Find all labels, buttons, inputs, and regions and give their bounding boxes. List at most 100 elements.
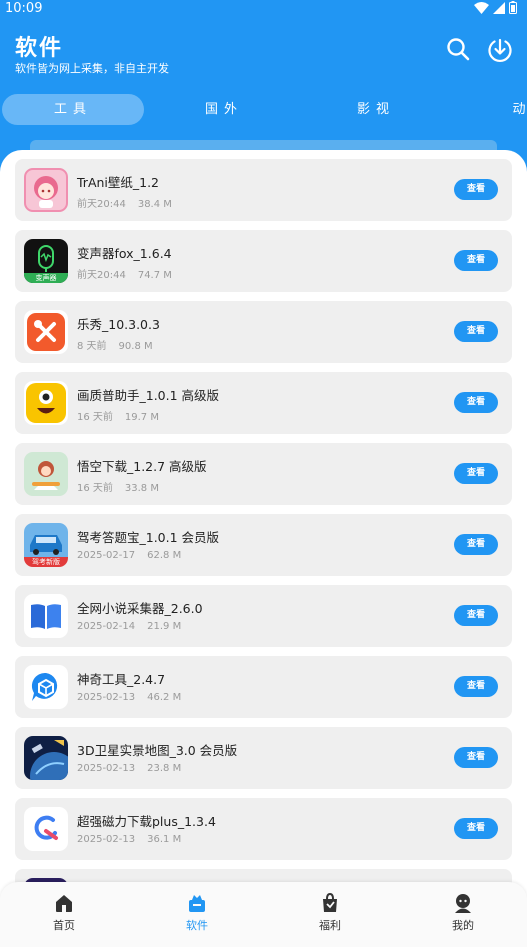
tab-anime[interactable]: 动: [502, 94, 527, 125]
app-size: 33.8 M: [124, 483, 159, 494]
book-icon: [24, 594, 68, 638]
car-icon: 驾考新版: [24, 523, 68, 567]
search-icon[interactable]: [445, 36, 473, 64]
satellite-earth-icon: [24, 736, 68, 780]
view-button[interactable]: 查看: [454, 676, 498, 697]
app-name: 神奇工具_2.4.7: [77, 672, 166, 687]
app-time: 8 天前: [77, 341, 107, 352]
app-time: 16 天前: [77, 483, 113, 494]
app-meta: 2025-02-14 21.9 M: [77, 621, 181, 632]
app-time: 2025-02-17: [77, 550, 136, 561]
nav-home[interactable]: 首页: [24, 892, 104, 933]
app-time: 2025-02-13: [77, 834, 136, 845]
monkey-king-icon: [24, 452, 68, 496]
nav-label: 软件: [186, 919, 208, 932]
bottom-nav: 首页 软件 福利 我的: [0, 882, 527, 947]
app-time: 前天20:44: [77, 270, 126, 281]
app-meta: 16 天前 19.7 M: [77, 408, 159, 423]
page-title: 软件: [15, 36, 64, 61]
app-time: 2025-02-13: [77, 763, 136, 774]
app-size: 62.8 M: [147, 550, 182, 561]
view-button[interactable]: 查看: [454, 818, 498, 839]
tab-video[interactable]: 影视: [336, 94, 416, 125]
list-item[interactable]: 悟空下载_1.2.7 高级版 16 天前 33.8 M 查看: [15, 443, 512, 505]
profile-icon: [455, 894, 471, 913]
app-time: 16 天前: [77, 412, 113, 423]
magnet-download-icon: [24, 807, 68, 851]
nav-label: 我的: [452, 919, 474, 932]
app-size: 74.7 M: [137, 270, 172, 281]
view-button[interactable]: 查看: [454, 179, 498, 200]
list-item[interactable]: 画质普助手_1.0.1 高级版 16 天前 19.7 M 查看: [15, 372, 512, 434]
car-icon-caption: 驾考新版: [32, 558, 60, 566]
app-size: 21.9 M: [147, 621, 182, 632]
app-size: 36.1 M: [147, 834, 182, 845]
app-name: 全网小说采集器_2.6.0: [77, 601, 203, 616]
nav-label: 福利: [319, 919, 341, 932]
app-size: 46.2 M: [147, 692, 182, 703]
app-time: 2025-02-14: [77, 621, 136, 632]
app-size: 38.4 M: [137, 199, 172, 210]
app-meta: 前天20:44 74.7 M: [77, 266, 172, 281]
app-meta: 前天20:44 38.4 M: [77, 195, 172, 210]
list-item[interactable]: 超强磁力下载plus_1.3.4 2025-02-13 36.1 M 查看: [15, 798, 512, 860]
app-meta: 2025-02-17 62.8 M: [77, 550, 181, 561]
app-name: 变声器fox_1.6.4: [77, 246, 172, 261]
nav-welfare[interactable]: 福利: [290, 892, 370, 933]
content-sheet: TrAni壁纸_1.2 前天20:44 38.4 M 查看 变声器 变声器fox_…: [0, 150, 527, 947]
app-name: TrAni壁纸_1.2: [77, 175, 160, 190]
anime-girl-icon: [24, 168, 68, 212]
status-time: 10:09: [5, 1, 43, 16]
list-item[interactable]: 驾考新版 驾考答题宝_1.0.1 会员版 2025-02-17 62.8 M 查看: [15, 514, 512, 576]
view-button[interactable]: 查看: [454, 321, 498, 342]
app-meta: 8 天前 90.8 M: [77, 337, 153, 352]
wifi-icon: [474, 1, 489, 14]
view-button[interactable]: 查看: [454, 747, 498, 768]
tab-tools[interactable]: 工具: [2, 94, 144, 125]
app-time: 前天20:44: [77, 199, 126, 210]
app-name: 超强磁力下载plus_1.3.4: [77, 814, 216, 829]
battery-icon: [509, 1, 517, 14]
category-tabs: 工具 国外 影视 动: [0, 94, 527, 126]
tools-icon: [24, 310, 68, 354]
cube-chat-icon: [24, 665, 68, 709]
view-button[interactable]: 查看: [454, 463, 498, 484]
nav-label: 首页: [53, 919, 75, 932]
status-icons: [474, 1, 517, 14]
list-item[interactable]: 乐秀_10.3.0.3 8 天前 90.8 M 查看: [15, 301, 512, 363]
view-button[interactable]: 查看: [454, 605, 498, 626]
app-name: 悟空下载_1.2.7 高级版: [77, 459, 207, 474]
app-name: 乐秀_10.3.0.3: [77, 317, 160, 332]
list-item[interactable]: 3D卫星实景地图_3.0 会员版 2025-02-13 23.8 M 查看: [15, 727, 512, 789]
list-item[interactable]: 全网小说采集器_2.6.0 2025-02-14 21.9 M 查看: [15, 585, 512, 647]
app-meta: 2025-02-13 23.8 M: [77, 763, 181, 774]
app-meta: 2025-02-13 36.1 M: [77, 834, 181, 845]
app-size: 90.8 M: [118, 341, 153, 352]
list-item[interactable]: 变声器 变声器fox_1.6.4 前天20:44 74.7 M 查看: [15, 230, 512, 292]
yellow-monster-icon: [24, 381, 68, 425]
app-name: 画质普助手_1.0.1 高级版: [77, 388, 220, 403]
view-button[interactable]: 查看: [454, 392, 498, 413]
status-bar: 10:09: [0, 0, 527, 18]
microphone-icon: 变声器: [24, 239, 68, 283]
view-button[interactable]: 查看: [454, 250, 498, 271]
app-meta: 16 天前 33.8 M: [77, 479, 159, 494]
signal-icon: [493, 1, 505, 14]
app-size: 23.8 M: [147, 763, 182, 774]
home-icon: [56, 895, 72, 912]
page-subtitle: 软件皆为网上采集，非自主开发: [15, 62, 169, 75]
gift-bag-icon: [323, 892, 337, 912]
download-icon[interactable]: [486, 36, 514, 64]
software-icon: [189, 895, 205, 912]
list-item[interactable]: 神奇工具_2.4.7 2025-02-13 46.2 M 查看: [15, 656, 512, 718]
microphone-icon-caption: 变声器: [35, 274, 57, 282]
app-name: 驾考答题宝_1.0.1 会员版: [77, 530, 220, 545]
app-meta: 2025-02-13 46.2 M: [77, 692, 181, 703]
nav-mine[interactable]: 我的: [423, 892, 503, 933]
list-item[interactable]: TrAni壁纸_1.2 前天20:44 38.4 M 查看: [15, 159, 512, 221]
tab-foreign[interactable]: 国外: [184, 94, 264, 125]
view-button[interactable]: 查看: [454, 534, 498, 555]
nav-software[interactable]: 软件: [157, 892, 237, 933]
app-name: 3D卫星实景地图_3.0 会员版: [77, 743, 238, 758]
app-time: 2025-02-13: [77, 692, 136, 703]
